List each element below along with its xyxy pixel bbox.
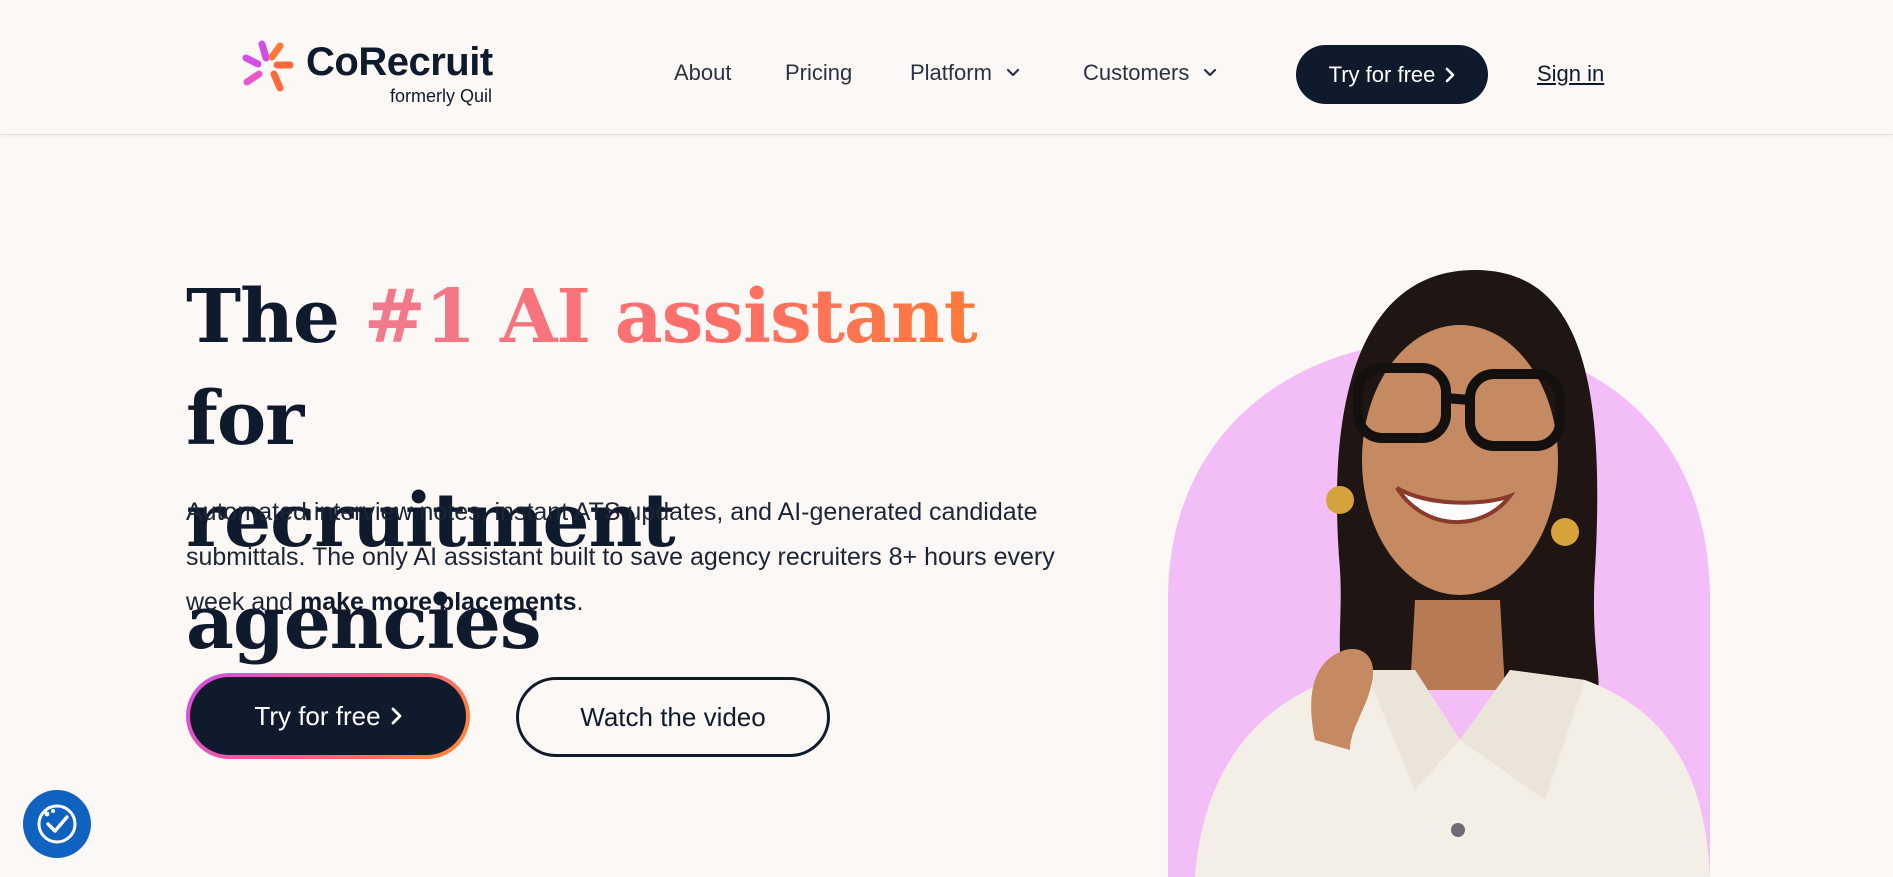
brand-tagline: formerly Quil bbox=[390, 86, 493, 106]
nav-about-label: About bbox=[674, 60, 732, 85]
header-try-free-label: Try for free bbox=[1328, 61, 1436, 87]
site-header: CoRecruit formerly Quil About Pricing Pl… bbox=[0, 0, 1893, 135]
watch-video-label: Watch the video bbox=[580, 701, 766, 732]
hero-description: Automated interview notes, instant ATS u… bbox=[186, 490, 1106, 625]
accessibility-button[interactable] bbox=[23, 790, 91, 858]
sign-in-link[interactable]: Sign in bbox=[1537, 61, 1604, 87]
nav-customers[interactable]: Customers bbox=[1083, 60, 1217, 86]
nav-platform-label: Platform bbox=[910, 60, 992, 85]
chevron-down-icon bbox=[1204, 68, 1217, 77]
header-try-free-button[interactable]: Try for free bbox=[1296, 45, 1488, 104]
accessibility-check-icon bbox=[37, 804, 77, 844]
watch-video-button[interactable]: Watch the video bbox=[516, 677, 830, 757]
hero-desc-end: . bbox=[576, 588, 584, 616]
neck-shape bbox=[1410, 600, 1505, 690]
nav-about[interactable]: About bbox=[674, 60, 732, 86]
hero-try-free-button[interactable]: Try for free bbox=[190, 677, 466, 755]
hero-illustration bbox=[1168, 270, 1710, 877]
nav-pricing[interactable]: Pricing bbox=[785, 60, 852, 86]
brand-name: CoRecruit bbox=[306, 40, 493, 84]
chevron-right-icon bbox=[391, 707, 401, 725]
hero-title-post: for bbox=[186, 376, 304, 462]
earring-right bbox=[1551, 518, 1579, 546]
nav-platform[interactable]: Platform bbox=[910, 60, 1020, 86]
nav-customers-label: Customers bbox=[1083, 60, 1190, 85]
hero-title-pre: The bbox=[186, 274, 364, 360]
chevron-right-icon bbox=[1446, 67, 1455, 82]
hero-desc-bold: make more placements bbox=[299, 588, 577, 616]
logo-mark-icon bbox=[242, 40, 294, 92]
chevron-down-icon bbox=[1006, 68, 1020, 77]
hero-try-free-button-border: Try for free bbox=[186, 673, 470, 759]
earring-left bbox=[1326, 486, 1354, 514]
hero-title-highlight: #1 AI assistant bbox=[363, 274, 978, 360]
nav-pricing-label: Pricing bbox=[785, 60, 853, 85]
hero-try-free-label: Try for free bbox=[254, 700, 381, 731]
logo[interactable]: CoRecruit formerly Quil bbox=[240, 36, 530, 108]
